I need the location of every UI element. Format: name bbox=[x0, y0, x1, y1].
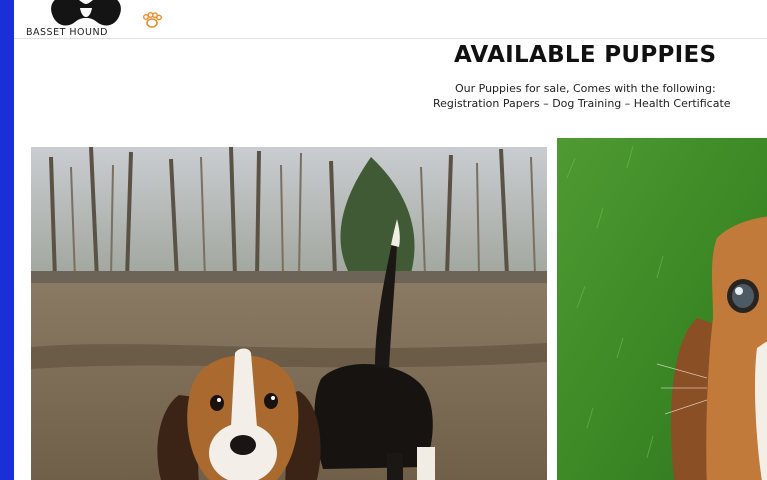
page-subtitle-line1: Our Puppies for sale, Comes with the fol… bbox=[455, 82, 716, 95]
basset-puppy-on-grass-photo[interactable] bbox=[557, 138, 767, 480]
page-title: AVAILABLE PUPPIES bbox=[454, 42, 717, 68]
site-logo[interactable]: BASSET HOUND bbox=[26, 0, 166, 38]
paw-icon bbox=[143, 12, 162, 28]
page-subtitle-line2: Registration Papers – Dog Training – Hea… bbox=[433, 97, 731, 110]
logo-text: BASSET HOUND bbox=[26, 27, 108, 38]
puppy-card-2[interactable] bbox=[557, 138, 767, 480]
page-screen: BASSET HOUND AVAILABLE PUPPIES Our Puppi… bbox=[14, 0, 767, 480]
puppy-card-1[interactable] bbox=[31, 147, 547, 480]
basset-puppy-in-field-photo[interactable] bbox=[31, 147, 547, 480]
site-header: BASSET HOUND bbox=[14, 0, 767, 39]
dog-silhouette-icon bbox=[51, 0, 121, 26]
